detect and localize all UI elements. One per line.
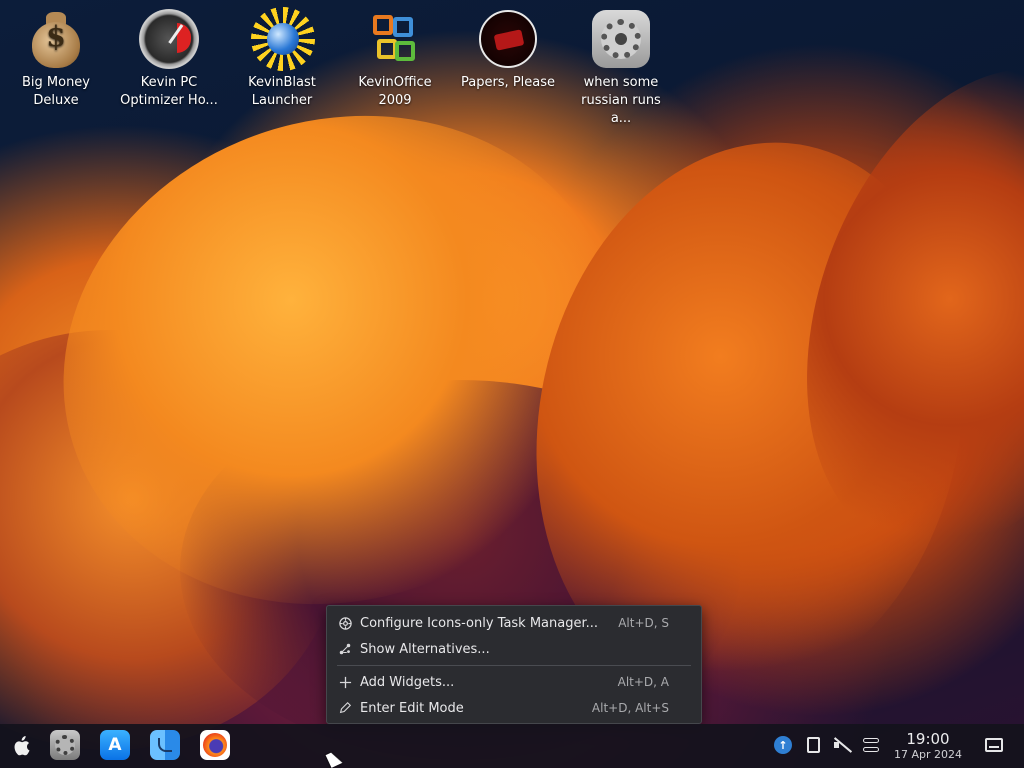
office-icon xyxy=(371,13,419,65)
pencil-icon xyxy=(337,700,353,716)
desktop-icon-label: KevinOffice 2009 xyxy=(358,75,432,108)
apple-icon[interactable] xyxy=(8,734,34,758)
update-icon[interactable]: ↑ xyxy=(772,734,794,756)
menu-item-shortcut: Alt+D, A xyxy=(617,675,669,689)
alternatives-icon xyxy=(337,641,353,657)
menu-item-shortcut: Alt+D, S xyxy=(618,616,669,630)
clock[interactable]: 19:00 17 Apr 2024 xyxy=(888,730,968,762)
clipboard-icon[interactable] xyxy=(802,734,824,756)
update-glyph: ↑ xyxy=(774,736,792,754)
context-menu: Configure Icons-only Task Manager... Alt… xyxy=(326,605,702,724)
desktop-icon-label: KevinBlast Launcher xyxy=(248,75,316,108)
menu-item-label: Show Alternatives... xyxy=(360,641,490,657)
desktop-icon-kevin-pc-optimizer[interactable]: Kevin PC Optimizer Ho... xyxy=(119,8,219,110)
volume-muted-icon[interactable] xyxy=(832,734,854,756)
papers-emblem-icon xyxy=(479,10,537,68)
toggle-icon[interactable] xyxy=(860,734,882,756)
finder-icon[interactable] xyxy=(150,730,180,760)
app-store-icon[interactable]: A xyxy=(100,730,130,760)
desktop-icon-kevinblast-launcher[interactable]: KevinBlast Launcher xyxy=(232,7,332,110)
app-store-glyph: A xyxy=(108,735,122,755)
desktop-icon-kevinoffice-2009[interactable]: KevinOffice 2009 xyxy=(345,8,445,110)
menu-item-label: Configure Icons-only Task Manager... xyxy=(360,615,599,631)
globe-burst-icon xyxy=(251,7,315,71)
desktop-icon-papers-please[interactable]: Papers, Please xyxy=(458,8,558,92)
gauge-icon xyxy=(139,9,199,69)
menu-item-configure-task-manager[interactable]: Configure Icons-only Task Manager... Alt… xyxy=(327,610,701,636)
desktop-icon-label: Big Money Deluxe xyxy=(21,75,90,108)
desktop-icon-label: Papers, Please xyxy=(460,75,556,90)
menu-separator xyxy=(337,665,691,666)
clock-time: 19:00 xyxy=(906,730,950,748)
menu-item-add-widgets[interactable]: Add Widgets... Alt+D, A xyxy=(327,669,701,695)
desktop-icon-big-money-deluxe[interactable]: $ Big Money Deluxe xyxy=(6,8,106,110)
menu-item-label: Enter Edit Mode xyxy=(360,700,464,716)
menu-item-enter-edit-mode[interactable]: Enter Edit Mode Alt+D, Alt+S xyxy=(327,695,701,721)
configure-icon xyxy=(337,615,353,631)
menu-item-label: Add Widgets... xyxy=(360,674,455,690)
desktop-icon-label: Kevin PC Optimizer Ho... xyxy=(120,75,218,108)
money-bag-icon: $ xyxy=(30,10,82,68)
menu-item-show-alternatives[interactable]: Show Alternatives... xyxy=(327,636,701,662)
gear-icon xyxy=(592,10,650,68)
plus-icon xyxy=(337,674,353,690)
desktop-icon-label: when some russian runs a... xyxy=(581,75,661,126)
clock-date: 17 Apr 2024 xyxy=(893,748,962,761)
show-desktop-button[interactable] xyxy=(984,736,1004,754)
menu-item-shortcut: Alt+D, Alt+S xyxy=(591,701,669,715)
settings-icon[interactable] xyxy=(50,730,80,760)
firefox-icon[interactable] xyxy=(200,730,230,760)
taskbar: A ↑ 19:00 17 Apr 2024 xyxy=(0,724,1024,768)
desktop-icon-when-some-russian[interactable]: when some russian runs a... xyxy=(571,8,671,128)
